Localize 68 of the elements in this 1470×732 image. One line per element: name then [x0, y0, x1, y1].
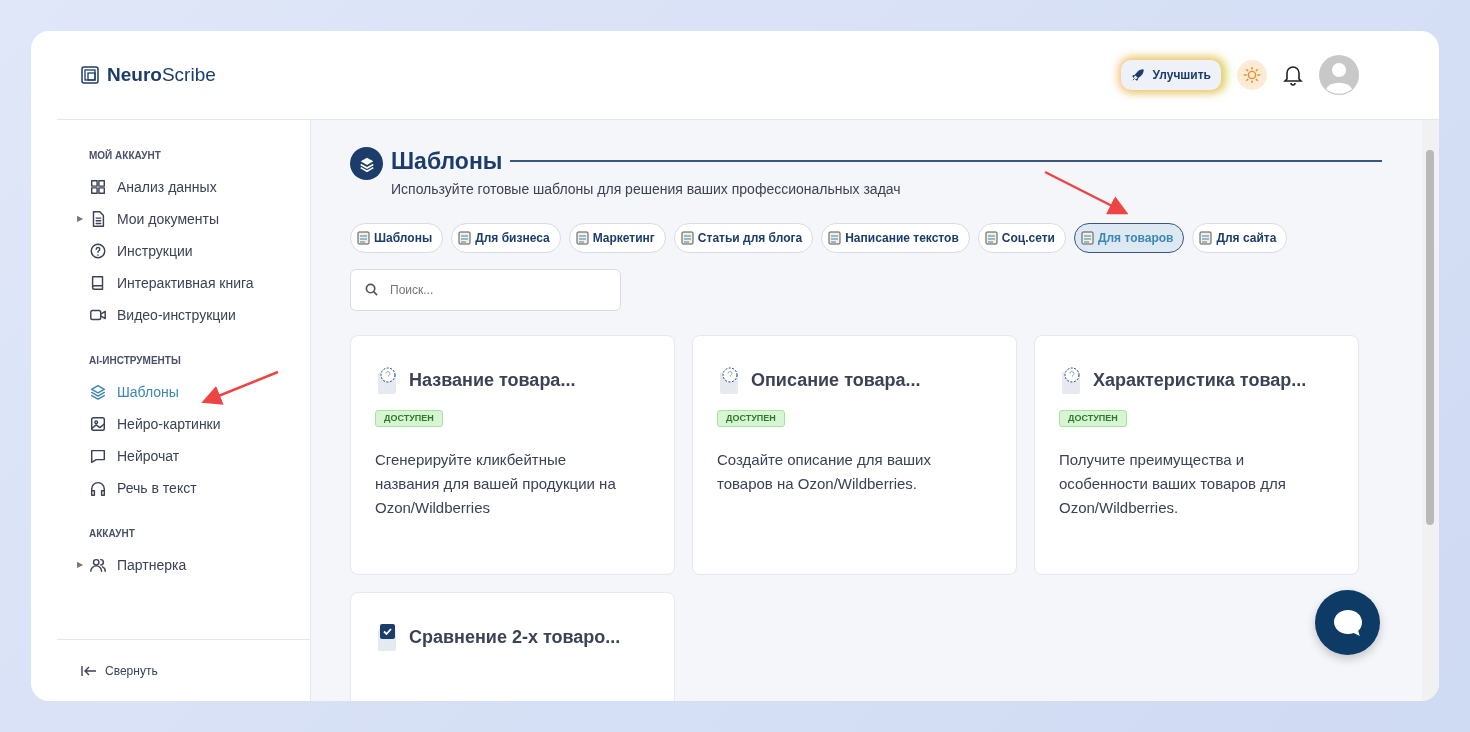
- avatar[interactable]: [1319, 55, 1359, 95]
- caret-icon: ▶: [77, 560, 83, 570]
- category-chip[interactable]: Для сайта: [1192, 222, 1288, 253]
- sidebar-item[interactable]: ▶ Партнерка: [77, 549, 187, 581]
- card-title: Название товара...: [409, 369, 576, 392]
- logo-text: NeuroScribe: [107, 62, 216, 87]
- users-icon: [89, 556, 107, 574]
- sidebar-item[interactable]: Инструкции: [77, 235, 193, 267]
- card-description: Создайте описание для ваших товаров на Ozon/Wildberries.: [717, 449, 932, 494]
- chat-icon: [89, 447, 107, 465]
- bell-icon[interactable]: [1283, 64, 1303, 86]
- notepad-icon: [575, 230, 589, 245]
- scrollbar[interactable]: [1422, 120, 1439, 701]
- page-subtitle: Используйте готовые шаблоны для решения ваших профессиональных задач: [391, 179, 902, 199]
- notepad-icon: [357, 230, 370, 245]
- page-title: Шаблоны: [391, 147, 503, 176]
- headphones-icon: [89, 479, 107, 497]
- search-field[interactable]: Поиск...: [388, 279, 606, 300]
- section-heading: AI-ИНСТРУМЕНТЫ: [89, 354, 182, 368]
- notepad-icon: [1199, 230, 1213, 245]
- caret-icon: ▶: [77, 214, 83, 224]
- status-badge: ДОСТУПЕН: [375, 409, 443, 427]
- card-description: Получите преимущества и особенности ваших товаров для Ozon/Wildberries.: [1059, 449, 1287, 518]
- sidebar-item[interactable]: Нейрочат: [77, 440, 180, 472]
- card-description: Сгенерируйте кликбейтные названия для вашей продукции на Ozon/Wildberries: [375, 449, 617, 518]
- template-card[interactable]: Название товара... ДОСТУПЕН Сгенерируйте кликбейтные названия для вашей продукции на Ozon/Wildberries: [350, 334, 675, 575]
- section-heading: АККАУНТ: [89, 527, 136, 541]
- grid-icon: [89, 178, 107, 196]
- notepad-icon: [828, 230, 842, 245]
- collapse-icon: [81, 664, 97, 677]
- notepad-icon: [680, 230, 694, 245]
- help-icon: [89, 242, 107, 260]
- sidebar-item[interactable]: ▶ Мои документы: [77, 203, 219, 235]
- card-title: Описание товара...: [751, 369, 921, 392]
- notepad-icon: [1080, 230, 1094, 245]
- sidebar-item[interactable]: Анализ данных: [77, 171, 217, 203]
- category-chip[interactable]: Соц.сети: [977, 222, 1066, 253]
- template-card[interactable]: Сравнение 2-х товаро...: [350, 591, 675, 701]
- category-chip[interactable]: Шаблоны: [350, 222, 444, 253]
- sidebar-item[interactable]: Видео-инструкции: [77, 299, 236, 331]
- logo-icon: [81, 66, 99, 84]
- image-icon: [89, 415, 107, 433]
- rocket-icon: [1130, 68, 1145, 82]
- category-chip[interactable]: Маркетинг: [568, 222, 666, 253]
- sidebar-item[interactable]: Речь в текст: [77, 472, 197, 504]
- search-icon: [365, 283, 378, 296]
- template-card[interactable]: Характеристика товар... ДОСТУПЕН Получите преимущества и особенности ваших товаров для Ozon/Wildberries.: [1034, 334, 1359, 575]
- template-card[interactable]: Описание товара... ДОСТУПЕН Создайте описание для ваших товаров на Ozon/Wildberries.: [692, 334, 1017, 575]
- upgrade-button[interactable]: Улучшить: [1120, 60, 1221, 90]
- notepad-icon: [984, 230, 998, 245]
- sidebar-item[interactable]: Интерактивная книга: [77, 267, 254, 299]
- notepad-icon: [458, 230, 472, 245]
- status-badge: ДОСТУПЕН: [1059, 409, 1127, 427]
- theme-toggle[interactable]: [1237, 60, 1267, 90]
- card-title: Характеристика товар...: [1093, 369, 1307, 392]
- search-box[interactable]: Поиск...: [350, 268, 621, 311]
- category-chip[interactable]: Статьи для блога: [673, 222, 814, 253]
- sidebar-item[interactable]: Нейро-картинки: [77, 408, 221, 440]
- title-icon: [350, 147, 383, 180]
- card-title: Сравнение 2-х товаро...: [409, 626, 621, 649]
- layers-icon: [89, 383, 107, 401]
- section-heading: МОЙ АККАУНТ: [89, 148, 162, 163]
- collapse-button[interactable]: Свернуть: [57, 639, 310, 701]
- sun-icon: [1243, 66, 1261, 84]
- category-chip[interactable]: Написание текстов: [821, 222, 970, 253]
- status-badge: ДОСТУПЕН: [717, 409, 785, 427]
- category-chip[interactable]: Для бизнеса: [451, 222, 561, 253]
- sidebar-item[interactable]: Шаблоны: [77, 376, 179, 408]
